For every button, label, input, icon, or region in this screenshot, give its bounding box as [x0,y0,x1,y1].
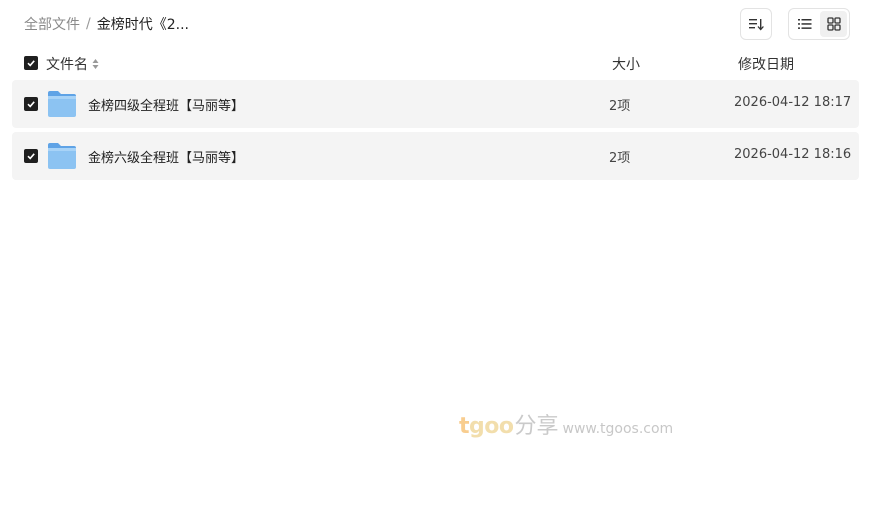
breadcrumb-separator: / [86,16,91,32]
table-header: 文件名 大小 修改日期 [0,52,874,76]
table-row[interactable]: 金榜六级全程班【马丽等】 2项 2026-04-12 18:16 [12,132,859,180]
sort-toggle-icon [92,59,99,69]
check-icon [27,60,35,67]
folder-icon [48,91,76,117]
watermark-logo: tgoo [459,414,514,439]
row-checkbox[interactable] [24,149,38,163]
list-view-icon [797,19,811,29]
row-size: 2项 [609,151,631,166]
breadcrumb-current: 金榜时代《2... [96,17,189,33]
select-all-checkbox[interactable] [24,56,38,70]
grid-view-button[interactable] [820,11,847,37]
sort-button[interactable] [740,8,772,40]
sort-icon [749,19,764,31]
table-row[interactable]: 金榜四级全程班【马丽等】 2项 2026-04-12 18:17 [12,80,859,128]
grid-view-icon [826,17,841,31]
column-header-name[interactable]: 文件名 [46,54,99,74]
list-view-button[interactable] [791,11,818,37]
column-header-size[interactable]: 大小 [612,54,640,74]
row-name[interactable]: 金榜四级全程班【马丽等】 [88,95,244,114]
check-icon [27,153,35,160]
watermark: tgoo 分享 www.tgoos.com [459,408,673,440]
breadcrumb-root-link[interactable]: 全部文件 [24,14,80,34]
column-header-date[interactable]: 修改日期 [738,54,794,74]
watermark-url: www.tgoos.com [562,421,674,437]
watermark-share: 分享 [514,414,559,439]
folder-icon [48,143,76,169]
watermark-logo-t: t [459,414,470,439]
column-header-name-label: 文件名 [46,57,88,73]
watermark-logo-goo: goo [469,414,514,439]
row-checkbox[interactable] [24,97,38,111]
row-size: 2项 [609,99,631,114]
row-date: 2026-04-12 18:17 [734,95,852,110]
check-icon [27,101,35,108]
breadcrumb: 全部文件 / 金榜时代《2... [24,14,189,34]
row-date: 2026-04-12 18:16 [734,147,852,162]
row-name[interactable]: 金榜六级全程班【马丽等】 [88,147,244,166]
view-toggle [788,8,850,40]
